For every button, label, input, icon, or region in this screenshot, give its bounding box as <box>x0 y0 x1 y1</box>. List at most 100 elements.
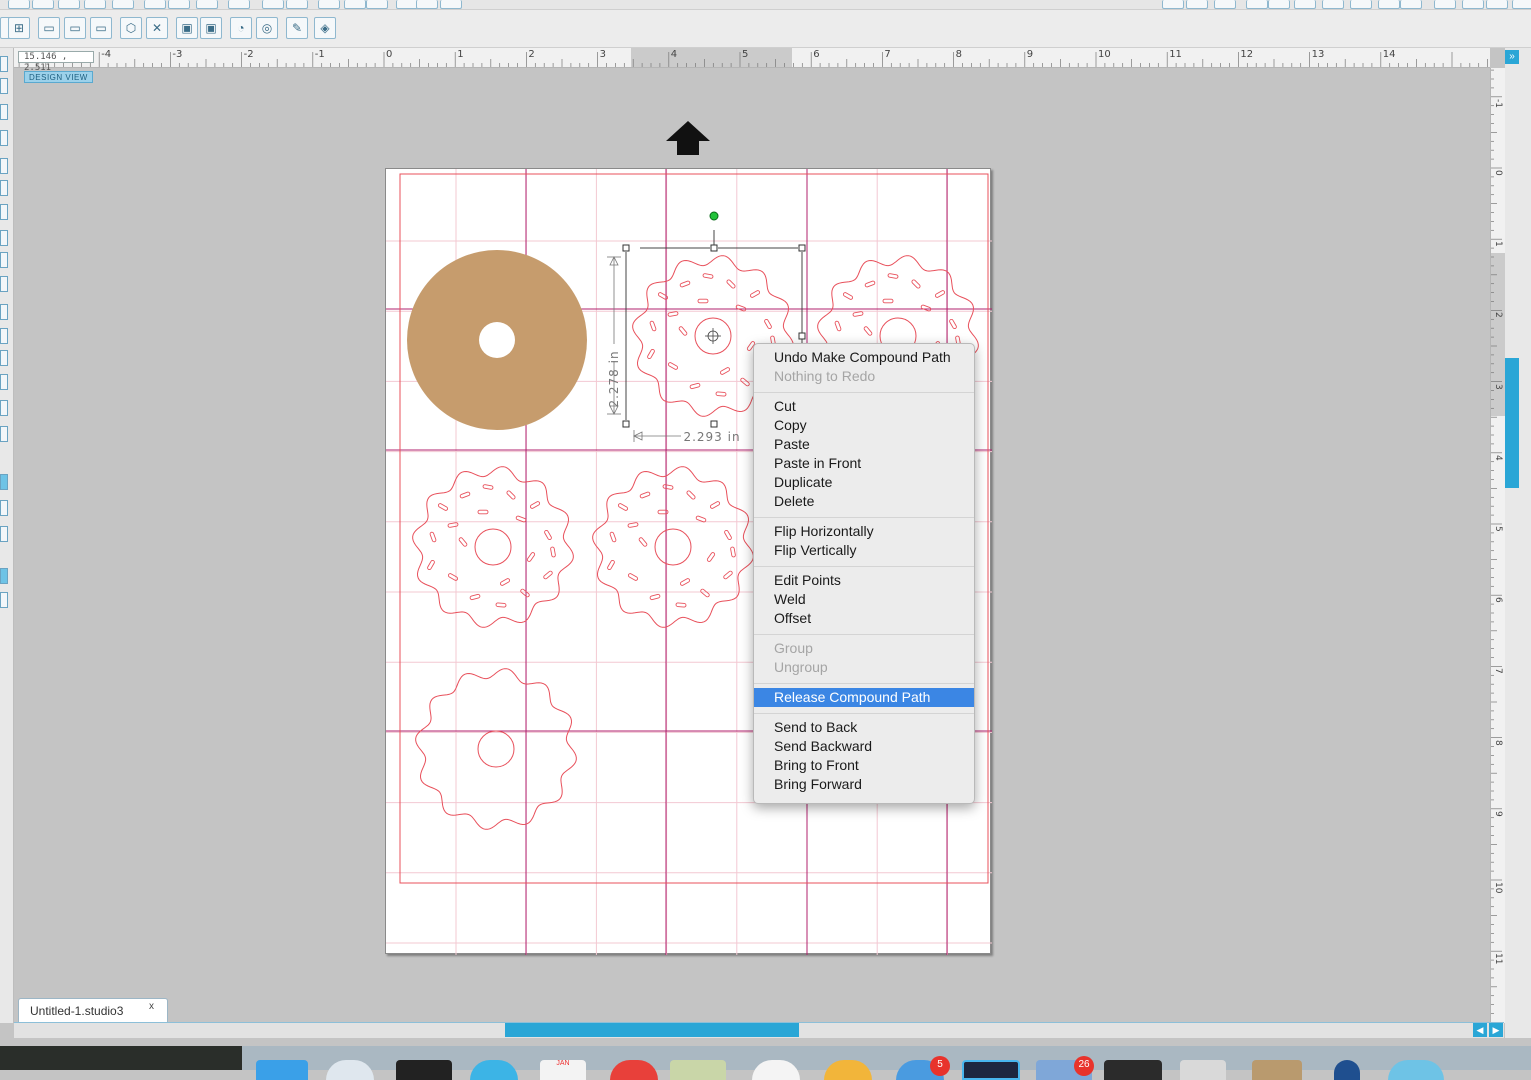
menu-item-release-compound-path[interactable]: Release Compound Path <box>754 688 974 707</box>
left-tool-button[interactable] <box>0 568 8 584</box>
left-tool-button[interactable] <box>0 474 8 490</box>
finder-app-icon[interactable] <box>256 1060 308 1080</box>
left-tool-button[interactable] <box>0 276 8 292</box>
app-icon[interactable] <box>1252 1060 1302 1080</box>
toolbar-button[interactable] <box>1378 0 1400 9</box>
left-tool-button[interactable] <box>0 304 8 320</box>
toolbar-button[interactable] <box>1214 0 1236 9</box>
toolbar-button[interactable] <box>1350 0 1372 9</box>
app-icon[interactable] <box>1334 1060 1360 1080</box>
toolbar-button[interactable] <box>32 0 54 9</box>
toolbar-button[interactable] <box>1462 0 1484 9</box>
toolbar-button[interactable] <box>416 0 438 9</box>
toolbar-button[interactable] <box>1162 0 1184 9</box>
left-tool-button[interactable] <box>0 204 8 220</box>
left-tool-button[interactable] <box>0 230 8 246</box>
toolbar-button[interactable] <box>144 0 166 9</box>
toolbar-button[interactable]: ▣ <box>200 17 222 39</box>
toolbar-button[interactable] <box>440 0 462 9</box>
toolbar-button[interactable] <box>396 0 418 9</box>
menu-item-cut[interactable]: Cut <box>754 397 974 416</box>
toolbar-button[interactable] <box>1268 0 1290 9</box>
toolbar-button[interactable] <box>8 0 30 9</box>
toolbar-button[interactable]: ◎ <box>256 17 278 39</box>
silhouette-studio-app-icon[interactable] <box>962 1060 1020 1080</box>
left-tool-button[interactable] <box>0 500 8 516</box>
left-tool-button[interactable] <box>0 328 8 344</box>
menu-item-delete[interactable]: Delete <box>754 492 974 511</box>
sprinkle-donut-shape[interactable] <box>592 466 754 628</box>
app-icon[interactable] <box>1104 1060 1162 1080</box>
left-tool-button[interactable] <box>0 400 8 416</box>
menu-item-duplicate[interactable]: Duplicate <box>754 473 974 492</box>
toolbar-button[interactable] <box>1246 0 1268 9</box>
menu-item-send-backward[interactable]: Send Backward <box>754 737 974 756</box>
menu-item-bring-to-front[interactable]: Bring to Front <box>754 756 974 775</box>
left-tool-button[interactable] <box>0 252 8 268</box>
vertical-scrollbar-thumb[interactable] <box>1505 358 1519 488</box>
toolbar-button[interactable] <box>286 0 308 9</box>
rotate-handle[interactable] <box>709 211 719 221</box>
sprinkle-donut-shape[interactable] <box>412 466 574 628</box>
toolbar-button[interactable] <box>196 0 218 9</box>
toolbar-button[interactable] <box>366 0 388 9</box>
scroll-left-icon[interactable]: ◀ <box>1473 1023 1487 1037</box>
wavy-donut-outline-shape[interactable] <box>415 668 577 830</box>
menu-item-paste[interactable]: Paste <box>754 435 974 454</box>
toolbar-button[interactable] <box>1486 0 1508 9</box>
left-tool-button[interactable] <box>0 374 8 390</box>
resize-handle[interactable] <box>710 244 718 252</box>
close-tab-icon[interactable]: x <box>149 1001 154 1012</box>
toolbar-button[interactable] <box>84 0 106 9</box>
left-tool-button[interactable] <box>0 158 8 174</box>
calendar-app-icon[interactable]: JAN <box>540 1060 586 1080</box>
menu-item-offset[interactable]: Offset <box>754 609 974 628</box>
left-tool-button[interactable] <box>0 104 8 120</box>
toolbar-button[interactable] <box>1434 0 1456 9</box>
toolbar-button[interactable] <box>1512 0 1531 9</box>
menu-item-flip-vertically[interactable]: Flip Vertically <box>754 541 974 560</box>
toolbar-button[interactable]: ▣ <box>176 17 198 39</box>
toolbar-button[interactable] <box>1186 0 1208 9</box>
resize-handle[interactable] <box>798 244 806 252</box>
menu-item-bring-forward[interactable]: Bring Forward <box>754 775 974 794</box>
notes-app-icon[interactable] <box>670 1060 726 1080</box>
toolbar-button[interactable] <box>318 0 340 9</box>
resize-handle[interactable] <box>622 244 630 252</box>
scroll-right-icon[interactable]: ▶ <box>1489 1023 1503 1037</box>
resize-handle[interactable] <box>622 420 630 428</box>
toolbar-button[interactable]: ▭ <box>64 17 86 39</box>
app-icon[interactable] <box>1388 1060 1444 1080</box>
left-tool-button[interactable] <box>0 350 8 366</box>
toolbar-button[interactable]: ✕ <box>146 17 168 39</box>
menu-item-undo-make-compound-path[interactable]: Undo Make Compound Path <box>754 348 974 367</box>
toolbar-button[interactable]: ⊞ <box>8 17 30 39</box>
left-tool-button[interactable] <box>0 592 8 608</box>
toolbar-button[interactable]: ⬡ <box>120 17 142 39</box>
menu-item-flip-horizontally[interactable]: Flip Horizontally <box>754 522 974 541</box>
resize-handle[interactable] <box>798 332 806 340</box>
left-tool-button[interactable] <box>0 180 8 196</box>
menu-item-copy[interactable]: Copy <box>754 416 974 435</box>
toolbar-button[interactable] <box>344 0 366 9</box>
solid-donut-shape[interactable] <box>407 250 587 430</box>
toolbar-button[interactable]: ▭ <box>90 17 112 39</box>
menu-item-edit-points[interactable]: Edit Points <box>754 571 974 590</box>
left-tool-button[interactable] <box>0 526 8 542</box>
toolbar-button[interactable] <box>1294 0 1316 9</box>
menu-item-paste-in-front[interactable]: Paste in Front <box>754 454 974 473</box>
toolbar-button[interactable] <box>262 0 284 9</box>
toolbar-button[interactable]: ◈ <box>314 17 336 39</box>
toolbar-button[interactable] <box>112 0 134 9</box>
toolbar-button[interactable] <box>1400 0 1422 9</box>
menu-item-send-to-back[interactable]: Send to Back <box>754 718 974 737</box>
app-icon[interactable] <box>1180 1060 1226 1080</box>
expand-panel-icon[interactable]: » <box>1505 50 1519 64</box>
horizontal-scrollbar-thumb[interactable] <box>505 1023 799 1037</box>
toolbar-button[interactable] <box>168 0 190 9</box>
toolbar-button[interactable]: ✎ <box>286 17 308 39</box>
document-tab[interactable]: Untitled-1.studio3 x <box>18 998 168 1022</box>
left-tool-button[interactable] <box>0 78 8 94</box>
left-tool-button[interactable] <box>0 56 8 72</box>
toolbar-button[interactable] <box>58 0 80 9</box>
